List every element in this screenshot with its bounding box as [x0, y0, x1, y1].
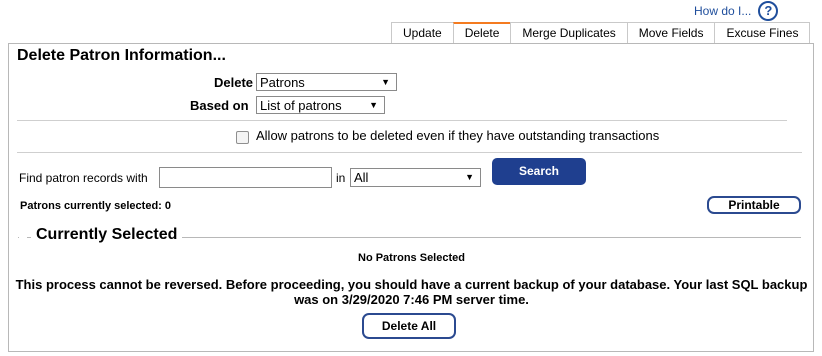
legend-gap	[19, 237, 27, 238]
search-button[interactable]: Search	[492, 158, 586, 185]
allow-outstanding-label: Allow patrons to be deleted even if they…	[256, 128, 660, 143]
warning-line-2: was on 3/29/2020 7:46 PM server time.	[294, 292, 529, 307]
tab-delete[interactable]: Delete	[452, 22, 512, 43]
dropdown-arrow-icon: ▼	[381, 77, 390, 87]
warning-message: This process cannot be reversed. Before …	[12, 277, 811, 307]
currently-selected-heading: Currently Selected	[31, 226, 183, 244]
delete-select[interactable]: Patrons ▼	[256, 73, 397, 91]
tab-update[interactable]: Update	[391, 22, 454, 43]
question-circle-icon[interactable]: ?	[758, 1, 779, 21]
delete-all-button[interactable]: Delete All	[362, 313, 456, 339]
find-label: Find patron records with	[19, 171, 148, 185]
in-label: in	[336, 171, 346, 185]
tab-bar: Update Delete Merge Duplicates Move Fiel…	[391, 22, 811, 43]
in-field-select-value: All	[354, 170, 369, 185]
in-field-select[interactable]: All ▼	[350, 168, 481, 187]
tab-move-fields[interactable]: Move Fields	[626, 22, 716, 43]
empty-selection-text: No Patrons Selected	[358, 252, 465, 264]
tab-excuse-fines[interactable]: Excuse Fines	[714, 22, 811, 43]
delete-select-value: Patrons	[260, 75, 305, 90]
dropdown-arrow-icon: ▼	[465, 172, 474, 182]
selected-count: Patrons currently selected: 0	[20, 200, 172, 212]
dropdown-arrow-icon: ▼	[369, 100, 378, 110]
help-link[interactable]: How do I... ?	[694, 1, 779, 21]
warning-line-1: This process cannot be reversed. Before …	[15, 277, 808, 292]
page-title: Delete Patron Information...	[17, 47, 226, 64]
divider	[17, 152, 802, 153]
based-on-select-value: List of patrons	[260, 98, 342, 113]
based-on-select[interactable]: List of patrons ▼	[256, 96, 385, 114]
printable-button[interactable]: Printable	[707, 196, 801, 214]
based-on-label: Based on	[190, 98, 249, 113]
divider	[17, 120, 787, 121]
allow-outstanding-checkbox[interactable]	[236, 131, 249, 144]
delete-label: Delete	[214, 75, 254, 90]
help-label[interactable]: How do I...	[694, 4, 751, 18]
find-input[interactable]	[159, 167, 332, 188]
tab-merge-duplicates[interactable]: Merge Duplicates	[510, 22, 628, 43]
